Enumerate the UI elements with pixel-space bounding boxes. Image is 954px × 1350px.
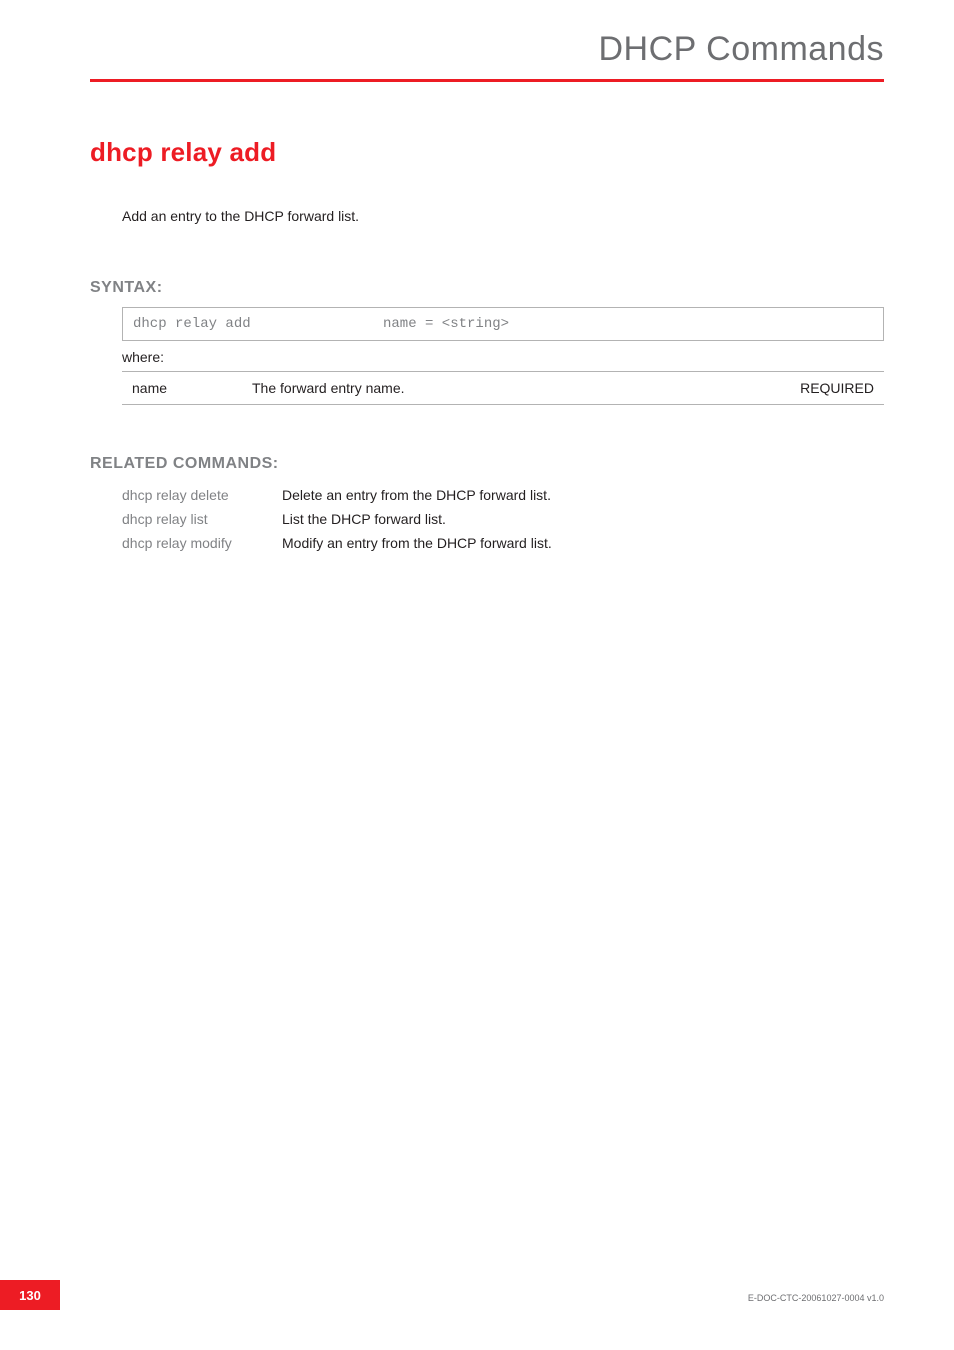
param-table: name The forward entry name. REQUIRED: [122, 371, 884, 405]
syntax-label: SYNTAX:: [90, 279, 884, 297]
page-number: 130: [0, 1280, 60, 1310]
related-row: dhcp relay list List the DHCP forward li…: [122, 511, 884, 527]
related-cmd[interactable]: dhcp relay delete: [122, 487, 282, 503]
related-desc: List the DHCP forward list.: [282, 511, 884, 527]
header-rule: [90, 79, 884, 82]
page-footer: 130 E-DOC-CTC-20061027-0004 v1.0: [0, 1280, 954, 1310]
syntax-block: dhcp relay add name = <string> where: na…: [122, 307, 884, 405]
related-desc: Modify an entry from the DHCP forward li…: [282, 535, 884, 551]
related-cmd[interactable]: dhcp relay modify: [122, 535, 282, 551]
syntax-args: name = <string>: [383, 316, 873, 332]
doc-id: E-DOC-CTC-20061027-0004 v1.0: [748, 1293, 884, 1303]
syntax-cmd: dhcp relay add: [133, 316, 383, 332]
running-title: DHCP Commands: [90, 30, 884, 69]
command-intro: Add an entry to the DHCP forward list.: [122, 208, 884, 224]
param-name: name: [122, 372, 242, 405]
related-row: dhcp relay modify Modify an entry from t…: [122, 535, 884, 551]
related-desc: Delete an entry from the DHCP forward li…: [282, 487, 884, 503]
related-block: dhcp relay delete Delete an entry from t…: [122, 487, 884, 551]
param-desc: The forward entry name.: [242, 372, 774, 405]
syntax-code: dhcp relay add name = <string>: [122, 307, 884, 341]
param-row: name The forward entry name. REQUIRED: [122, 372, 884, 405]
related-row: dhcp relay delete Delete an entry from t…: [122, 487, 884, 503]
syntax-where: where:: [122, 349, 884, 365]
related-cmd[interactable]: dhcp relay list: [122, 511, 282, 527]
command-title: dhcp relay add: [90, 137, 884, 168]
related-label: RELATED COMMANDS:: [90, 455, 884, 473]
param-req: REQUIRED: [774, 372, 884, 405]
